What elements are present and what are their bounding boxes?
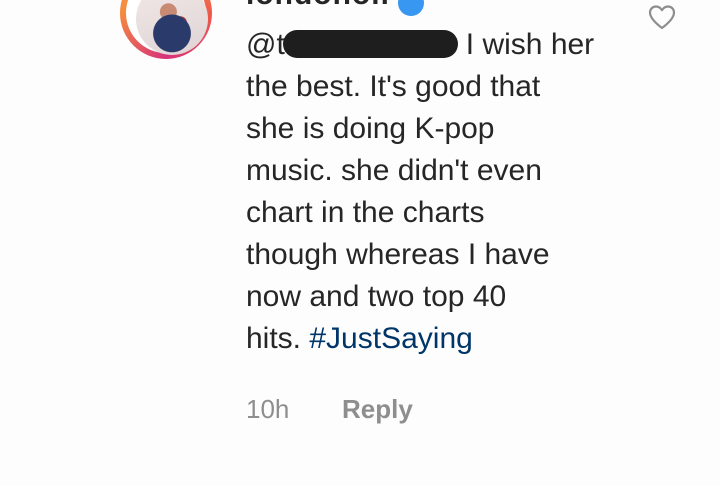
- comment-item: londonoll @tI wish her the best. It's go…: [0, 0, 720, 486]
- hashtag-link[interactable]: #JustSaying: [309, 322, 472, 355]
- reply-button[interactable]: Reply: [342, 394, 413, 425]
- avatar[interactable]: [136, 0, 208, 55]
- comment-text: @t I wish her the best. It's good that sh…: [246, 24, 646, 360]
- mention-link[interactable]: @t: [246, 28, 285, 61]
- comment-line: hits. #JustSaying: [246, 322, 473, 355]
- verified-badge-icon: [398, 0, 424, 16]
- avatar-story-ring[interactable]: [120, 0, 212, 59]
- redaction-bar: [282, 30, 458, 58]
- heart-icon[interactable]: [648, 4, 676, 30]
- comment-line: the best. It's good that: [246, 70, 541, 103]
- comment-line: chart in the charts: [246, 196, 485, 229]
- comment-username[interactable]: londonoll: [246, 0, 390, 12]
- comment-line: music. she didn't even: [246, 154, 542, 187]
- comment-timestamp: 10h: [246, 394, 290, 424]
- comment-line: now and two top 40: [246, 280, 507, 313]
- comment-line: she is doing K-pop: [246, 112, 495, 145]
- comment-line: @t I wish her: [246, 28, 595, 61]
- comment-line: though whereas I have: [246, 238, 550, 271]
